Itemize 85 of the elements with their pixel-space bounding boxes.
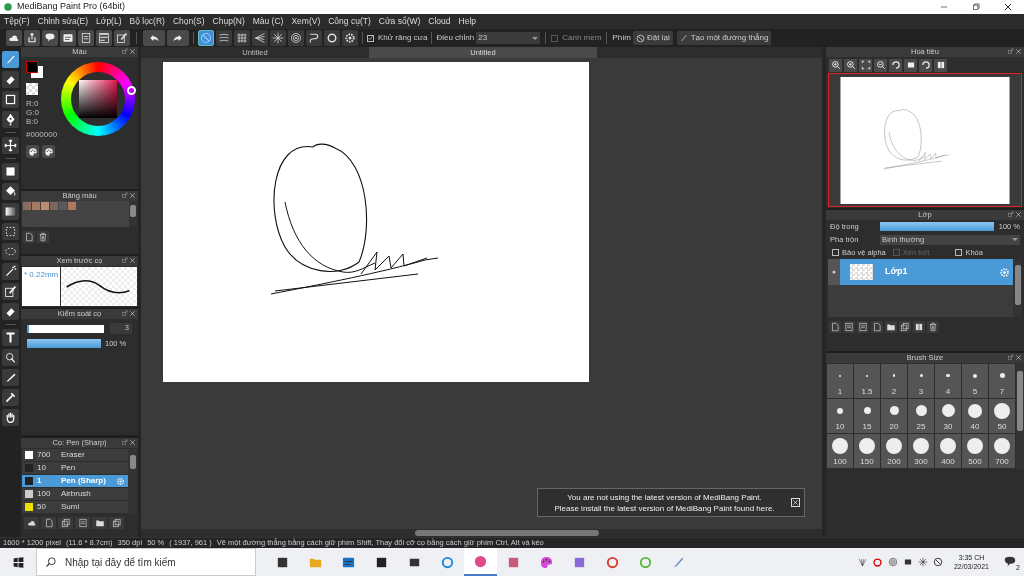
size-label: 20 xyxy=(889,422,899,431)
reset-button[interactable]: Đặt lại xyxy=(633,31,673,45)
brush-size-cell[interactable]: 150 xyxy=(854,434,880,468)
menu-item[interactable]: Chọn(S) xyxy=(172,15,205,28)
brush-name: Pen xyxy=(61,462,76,474)
brush-size-cell[interactable]: 1 xyxy=(827,364,853,398)
menu-item[interactable]: Công cụ(T) xyxy=(328,15,371,28)
brush-name: Sumi xyxy=(61,501,80,513)
field-label: Điều chỉnh xyxy=(436,32,475,44)
brush-size-cell[interactable]: 3 xyxy=(908,364,934,398)
hex-value: #000000 xyxy=(26,130,59,139)
brush-size-cell[interactable]: 25 xyxy=(908,399,934,433)
brush-size-cell[interactable]: 20 xyxy=(881,399,907,433)
brush-size-cell[interactable]: 40 xyxy=(962,399,988,433)
brush-size-cell[interactable]: 300 xyxy=(908,434,934,468)
brush-size: 10 xyxy=(37,462,47,474)
size-label: 200 xyxy=(887,457,901,466)
size-label: 500 xyxy=(968,457,982,466)
menu-item[interactable]: Tệp(F) xyxy=(4,15,30,28)
checkbox-label: Khử răng cưa xyxy=(378,32,428,44)
menu-item[interactable]: Xem(V) xyxy=(291,15,321,28)
search-field[interactable]: Nhập tại đây để tìm kiếm xyxy=(36,548,256,576)
menu-item[interactable]: Màu (C) xyxy=(252,15,284,28)
brush-size-cell[interactable]: 15 xyxy=(854,399,880,433)
brush-list-item[interactable]: 50 Sumi xyxy=(22,501,128,514)
menu-item[interactable]: Chỉnh sửa(E) xyxy=(37,15,89,28)
brush-size-cell[interactable]: 400 xyxy=(935,434,961,468)
size-label: 15 xyxy=(862,422,872,431)
size-label: 400 xyxy=(941,457,955,466)
brush-size: 1 xyxy=(37,475,43,487)
brush-name: Eraser xyxy=(61,449,85,461)
size-label: 1 xyxy=(837,387,843,396)
brush-size-cell[interactable]: 50 xyxy=(989,399,1015,433)
size-label: 5 xyxy=(972,387,978,396)
brush-size-cell[interactable]: 100 xyxy=(827,434,853,468)
brush-size-cell[interactable]: 700 xyxy=(989,434,1015,468)
key-label: Phím xyxy=(612,32,631,44)
size-label: 4 xyxy=(945,387,951,396)
size-label: 150 xyxy=(860,457,874,466)
brush-size: 100 xyxy=(37,488,52,500)
size-label: 1.5 xyxy=(861,387,873,396)
brush-size-cell[interactable]: 7 xyxy=(989,364,1015,398)
brush-size: 50 xyxy=(37,501,47,513)
brush-size-cell[interactable]: 1.5 xyxy=(854,364,880,398)
brush-list-item[interactable]: 10 Pen xyxy=(22,462,128,475)
color-value: B:0 xyxy=(26,117,39,126)
menu-item[interactable]: Lớp(L) xyxy=(96,15,122,28)
size-label: 2 xyxy=(891,387,897,396)
brush-size: 700 xyxy=(37,449,52,461)
size-label: 50 xyxy=(997,422,1007,431)
straight-line-button[interactable]: Tạo một đường thẳng xyxy=(676,31,772,45)
brush-size-cell[interactable]: 200 xyxy=(881,434,907,468)
brush-name: Airbrush xyxy=(61,488,91,500)
notification-text: Please install the latest version of MediBang Paint found here. xyxy=(554,502,775,514)
brush-size-cell[interactable]: 5 xyxy=(962,364,988,398)
color-value: G:0 xyxy=(26,108,40,117)
size-label: 100 xyxy=(833,457,847,466)
window-title: MediBang Paint Pro (64bit) xyxy=(17,0,126,14)
brush-size-cell[interactable]: 500 xyxy=(962,434,988,468)
checkbox-label: Canh mềm xyxy=(562,32,602,44)
correction-dropdown[interactable]: 23 xyxy=(476,32,541,44)
brush-name: Pen (Sharp) xyxy=(61,475,106,487)
color-value: R:0 xyxy=(26,99,40,108)
brush-size-cell[interactable]: 4 xyxy=(935,364,961,398)
size-label: 40 xyxy=(970,422,980,431)
menu-item[interactable]: Cửa sổ(W) xyxy=(378,15,421,28)
menu-item[interactable]: Chụp(N) xyxy=(212,15,245,28)
menu-item[interactable]: Bộ lọc(R) xyxy=(129,15,165,28)
menu-item[interactable]: Cloud xyxy=(428,15,451,28)
brush-list-item[interactable]: 700 Eraser xyxy=(22,449,128,462)
size-label: 25 xyxy=(916,422,926,431)
brush-size-cell[interactable]: 30 xyxy=(935,399,961,433)
brush-size-cell[interactable]: 10 xyxy=(827,399,853,433)
size-label: 10 xyxy=(835,422,845,431)
size-label: 3 xyxy=(918,387,924,396)
size-label: 700 xyxy=(995,457,1009,466)
brush-list-item[interactable]: 100 Airbrush xyxy=(22,488,128,501)
size-label: 7 xyxy=(999,387,1005,396)
size-label: 300 xyxy=(914,457,928,466)
brush-size-cell[interactable]: 2 xyxy=(881,364,907,398)
size-label: 30 xyxy=(943,422,953,431)
layer-name: Lớp1 xyxy=(885,265,908,279)
notification-text: You are not using the latest version of MediBang Paint. xyxy=(567,491,762,503)
brush-size-preview: * 0.22mm xyxy=(22,267,60,306)
menu-item[interactable]: Help xyxy=(458,15,477,28)
